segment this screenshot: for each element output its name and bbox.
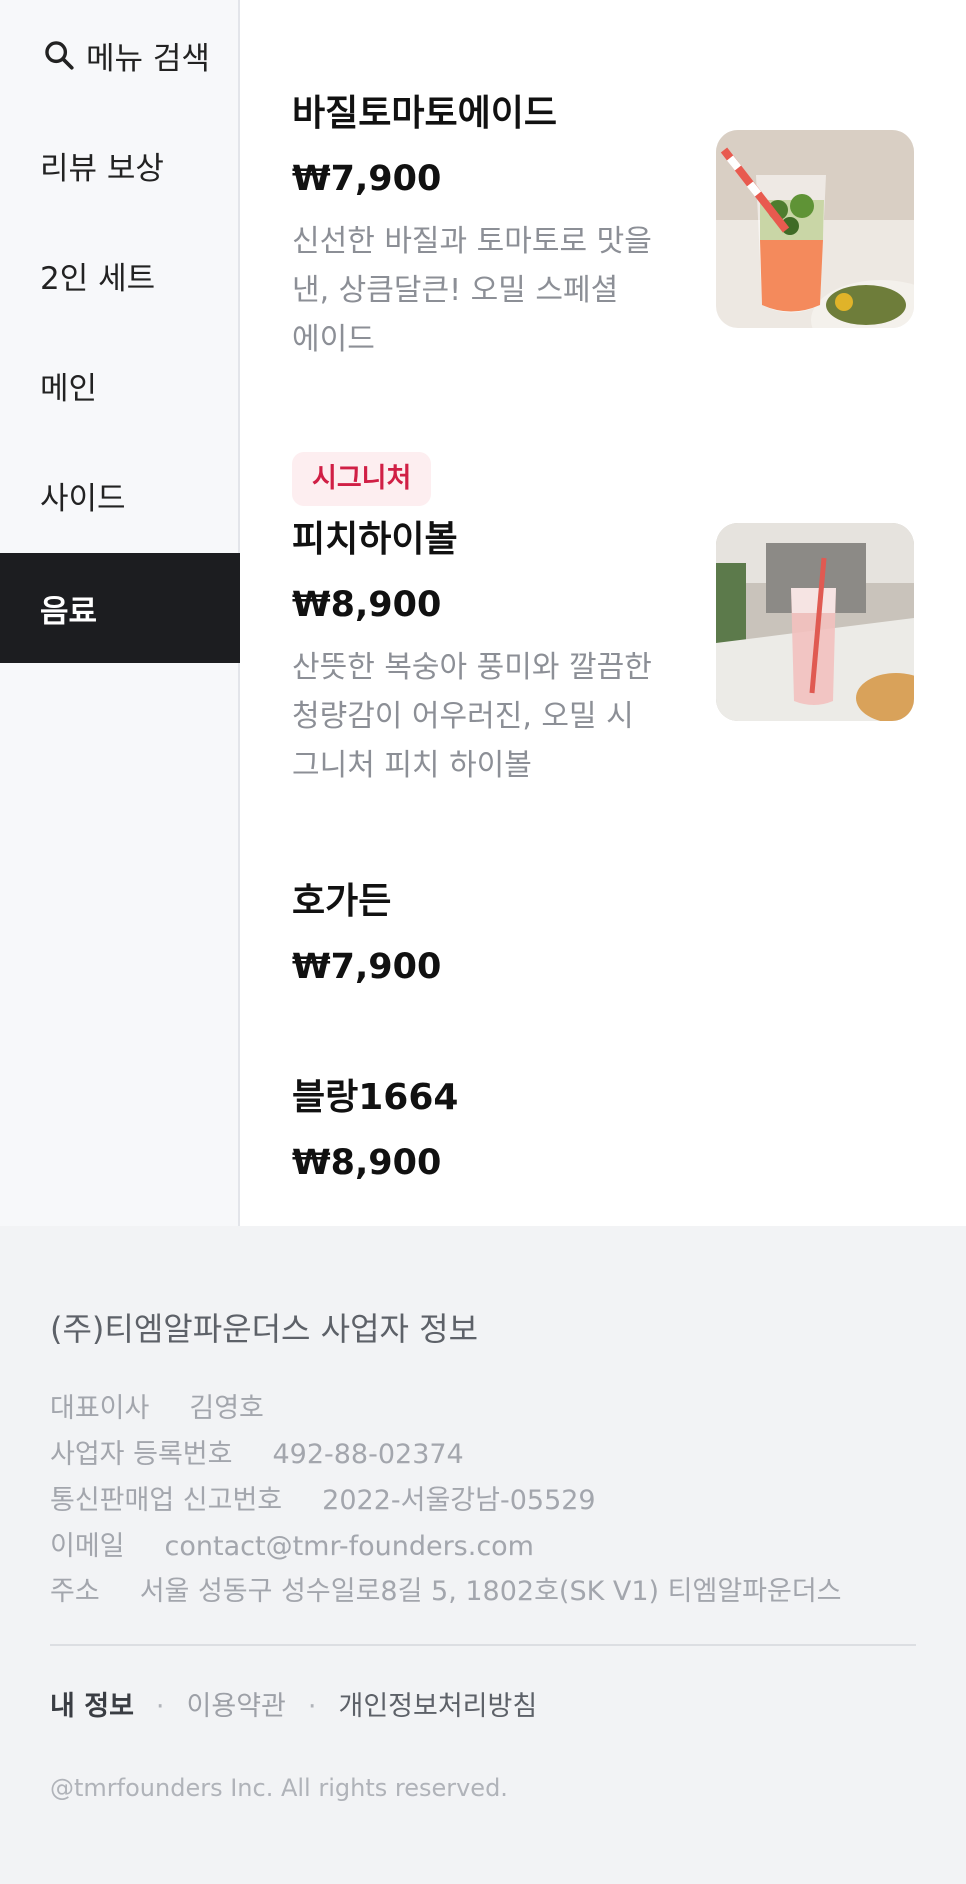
terms-link[interactable]: 이용약관 <box>187 1691 286 1722</box>
footer-info-value: 492-88-02374 <box>272 1439 464 1470</box>
privacy-policy-link[interactable]: 개인정보처리방침 <box>338 1691 537 1722</box>
menu-item-description: 신선한 바질과 토마토로 맛을 낸, 상큼달큰! 오밀 스페셜 에이드 <box>292 224 652 357</box>
sidebar-item-review-reward[interactable]: 리뷰 보상 <box>0 110 240 220</box>
basil-tomato-ade-photo <box>716 130 914 328</box>
footer-info-key: 이메일 <box>50 1531 125 1562</box>
footer-email[interactable]: contact@tmr-founders.com <box>165 1531 534 1562</box>
sidebar-item-set-for-two[interactable]: 2인 세트 <box>0 220 240 330</box>
menu-item-name: 블랑1664 <box>292 1077 459 1118</box>
menu-item[interactable]: 호가든 ₩7,900 <box>292 880 932 989</box>
link-separator: · <box>307 1691 317 1722</box>
footer-info-key: 사업자 등록번호 <box>50 1439 233 1470</box>
menu-page: 메뉴 검색 리뷰 보상 2인 세트 메인 사이드 음료 바질토마토에이드 ₩7,… <box>0 0 966 1226</box>
menu-item-image[interactable] <box>716 130 914 328</box>
menu-list: 바질토마토에이드 ₩7,900 신선한 바질과 토마토로 맛을 낸, 상큼달큰!… <box>242 0 966 1226</box>
link-separator: · <box>155 1691 165 1722</box>
footer-info-row: 통신판매업 신고번호 2022-서울강남-05529 <box>50 1478 596 1517</box>
footer-info-key: 주소 <box>50 1576 100 1607</box>
category-sidebar: 메뉴 검색 리뷰 보상 2인 세트 메인 사이드 음료 <box>0 0 240 1226</box>
signature-badge: 시그니처 <box>292 452 432 506</box>
footer-title: (주)티엠알파운더스 사업자 정보 <box>50 1310 479 1348</box>
peach-highball-photo <box>716 523 914 721</box>
footer-info-key: 대표이사 <box>50 1393 150 1424</box>
footer-info-key: 통신판매업 신고번호 <box>50 1485 283 1516</box>
footer-divider <box>50 1644 916 1646</box>
copyright: @tmrfounders Inc. All rights reserved. <box>50 1774 508 1802</box>
sidebar-item-drinks[interactable]: 음료 <box>0 553 240 663</box>
search-label: 메뉴 검색 <box>86 40 210 77</box>
footer-info-row: 대표이사 김영호 <box>50 1386 264 1425</box>
menu-item-name: 호가든 <box>292 881 392 922</box>
menu-item-image[interactable] <box>716 523 914 721</box>
footer-info-value: 서울 성동구 성수일로8길 5, 1802호(SK V1) 티엠알파운더스 <box>139 1576 842 1607</box>
footer-info-row: 이메일 contact@tmr-founders.com <box>50 1524 534 1563</box>
menu-item[interactable]: 블랑1664 ₩8,900 <box>292 1076 932 1185</box>
footer-info-row: 주소 서울 성동구 성수일로8길 5, 1802호(SK V1) 티엠알파운더스 <box>50 1569 842 1608</box>
menu-item-price: ₩7,900 <box>292 947 442 987</box>
my-info-link[interactable]: 내 정보 <box>50 1691 134 1722</box>
business-info-footer: (주)티엠알파운더스 사업자 정보 대표이사 김영호 사업자 등록번호 492-88… <box>0 1226 966 1884</box>
sidebar-item-side[interactable]: 사이드 <box>0 440 240 550</box>
footer-info-row: 사업자 등록번호 492-88-02374 <box>50 1432 464 1471</box>
menu-search-button[interactable]: 메뉴 검색 <box>0 0 240 110</box>
menu-item-price: ₩8,900 <box>292 1143 442 1183</box>
search-icon <box>45 41 74 70</box>
footer-info-value: 2022-서울강남-05529 <box>322 1485 596 1516</box>
footer-links: 내 정보 · 이용약관 · 개인정보처리방침 <box>50 1684 537 1723</box>
menu-item-description: 산뜻한 복숭아 풍미와 깔끔한 청량감이 어우러진, 오밀 시그니처 피치 하이… <box>292 650 652 783</box>
footer-info-value: 김영호 <box>189 1393 264 1424</box>
sidebar-item-main[interactable]: 메인 <box>0 330 240 440</box>
